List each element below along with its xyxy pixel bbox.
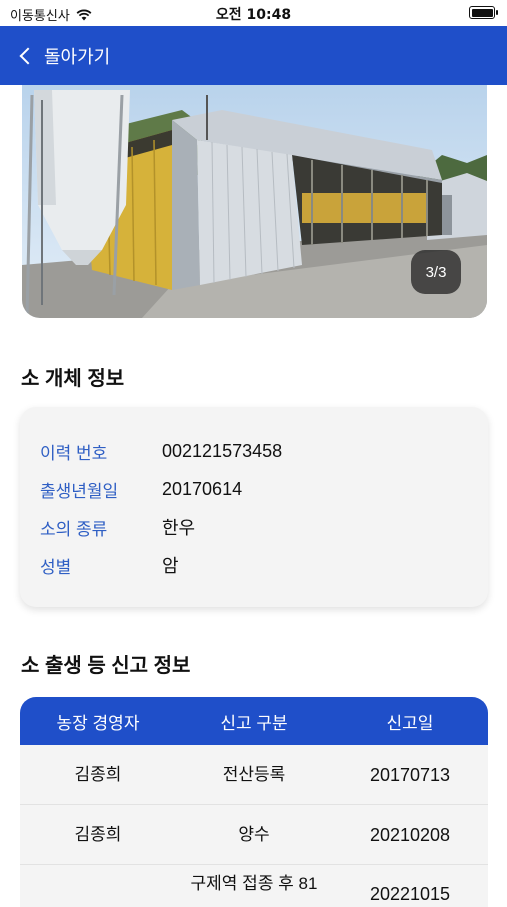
table-row: 구제역 접종 후 81 20221015 [20, 865, 488, 907]
column-header-owner: 농장 경영자 [56, 713, 140, 733]
cell-type: 구제역 접종 후 81 [190, 874, 318, 893]
info-label: 성별 [40, 557, 72, 577]
cell-type: 양수 [238, 824, 270, 844]
cattle-info-card: 이력 번호 002121573458 출생년월일 20170614 소의 종류 … [20, 407, 488, 607]
column-header-date: 신고일 [386, 713, 434, 733]
info-row-trace-number: 이력 번호 002121573458 [40, 437, 468, 465]
info-value: 20170614 [162, 478, 243, 499]
cattle-info-title: 소 개체 정보 [21, 368, 125, 390]
table-row: 김종희 양수 20210208 [20, 805, 488, 865]
info-value: 한우 [162, 518, 196, 538]
info-row-birth-date: 출생년월일 20170614 [40, 475, 468, 503]
info-label: 출생년월일 [40, 481, 119, 501]
status-time: 오전 10:48 [215, 7, 292, 23]
back-button-label: 돌아가기 [44, 46, 111, 67]
cell-owner: 김종희 [74, 764, 122, 784]
report-table: 농장 경영자 신고 구분 신고일 김종희 전산등록 20170713 김종희 양… [20, 697, 488, 907]
photo-counter-badge: 3/3 [411, 250, 461, 294]
info-row-breed: 소의 종류 한우 [40, 513, 468, 541]
status-bar: 이동통신사 오전 10:48 [0, 0, 507, 26]
cell-date: 20221015 [369, 884, 451, 904]
column-header-type: 신고 구분 [220, 713, 288, 733]
info-value: 암 [162, 556, 179, 576]
cell-date: 20210208 [369, 824, 451, 845]
cell-owner: 김종희 [74, 824, 122, 844]
info-row-sex: 성별 암 [40, 551, 468, 579]
barn-photo[interactable]: 3/3 [22, 85, 487, 318]
info-label: 소의 종류 [40, 519, 108, 539]
table-row: 김종희 전산등록 20170713 [20, 745, 488, 805]
info-label: 이력 번호 [40, 443, 108, 463]
back-button[interactable]: 돌아가기 [0, 26, 507, 85]
chevron-left-icon [19, 47, 37, 64]
cell-date: 20170713 [369, 764, 451, 785]
report-info-title: 소 출생 등 신고 정보 [21, 655, 191, 677]
battery-icon [469, 6, 498, 19]
table-header: 농장 경영자 신고 구분 신고일 [20, 697, 488, 745]
cell-type: 전산등록 [222, 764, 286, 784]
info-value: 002121573458 [162, 440, 283, 461]
